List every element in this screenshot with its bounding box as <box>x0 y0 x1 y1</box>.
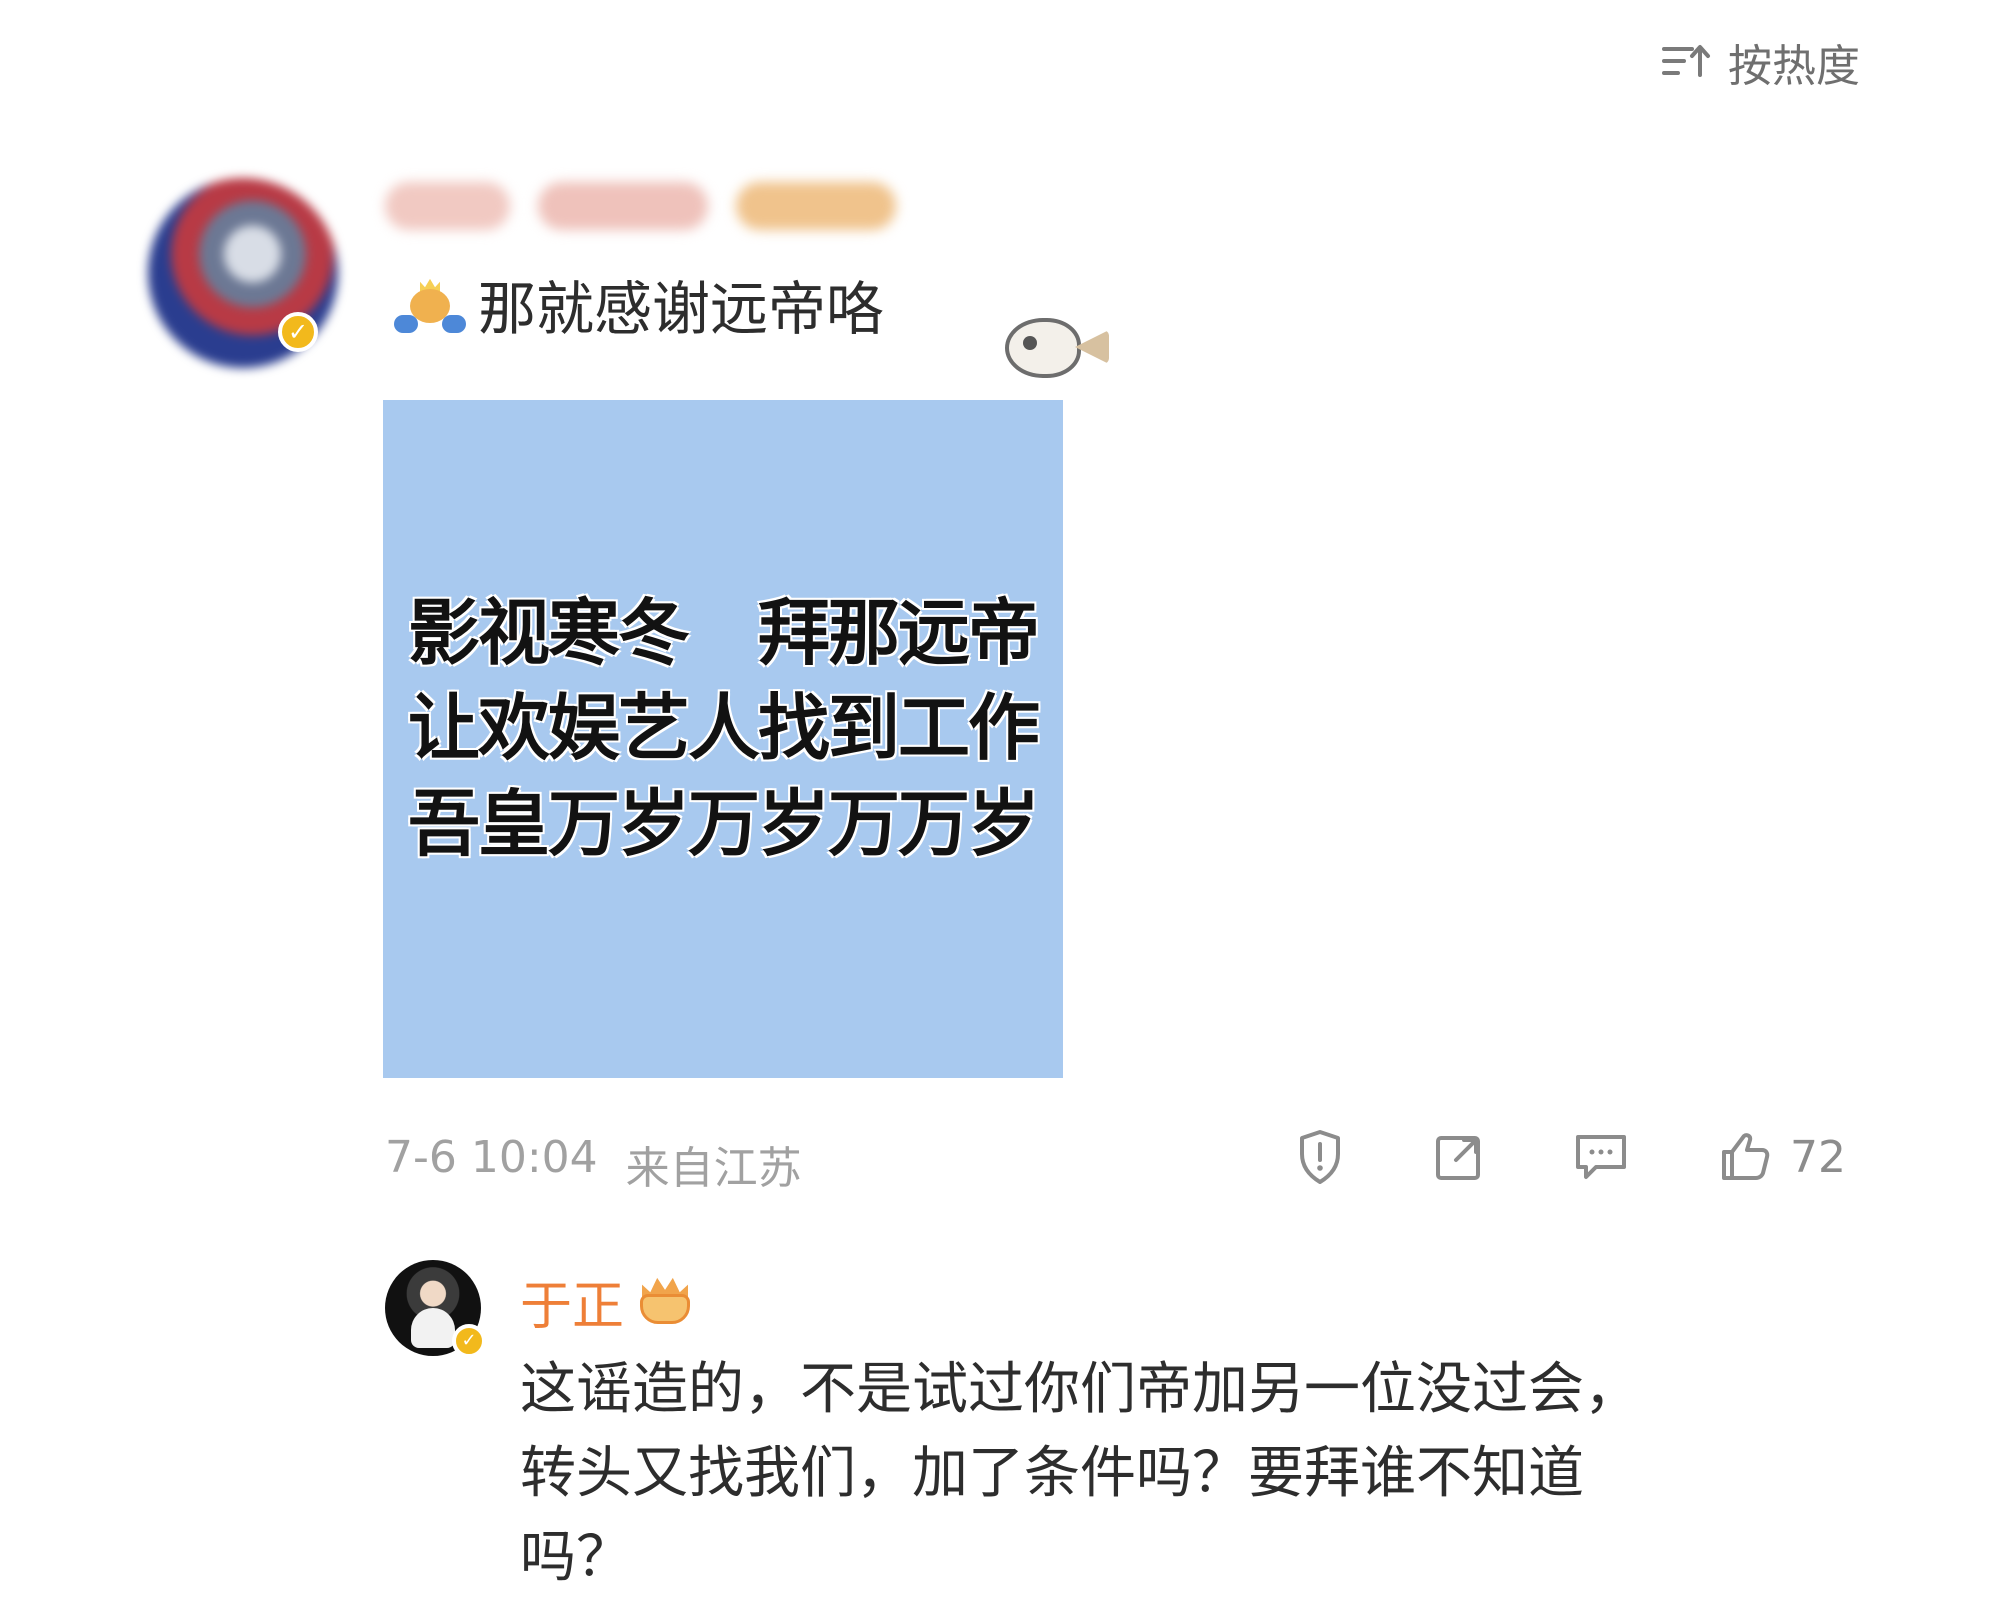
comment-time: 7-6 10:04 <box>385 1132 598 1183</box>
image-line-2: 让欢娱艺人找到工作 <box>407 686 1040 771</box>
sort-icon <box>1662 45 1710 77</box>
verified-badge-icon: ✓ <box>278 312 318 352</box>
like-count: 72 <box>1790 1131 1846 1183</box>
sort-label: 按热度 <box>1728 41 1860 92</box>
image-line-3: 吾皇万岁万岁万万岁 <box>407 781 1040 866</box>
bear-crown-emoji-icon <box>392 278 468 341</box>
comment-text-row: 那就感谢远帝咯 <box>392 275 885 343</box>
comment-meta: 7-6 10:04 来自江苏 <box>385 1132 802 1196</box>
share-button[interactable] <box>1432 1130 1486 1184</box>
comment-text: 那就感谢远帝咯 <box>478 275 885 343</box>
reply-verified-badge-icon: ✓ <box>452 1324 486 1358</box>
comment-actions: 72 <box>1294 1128 1846 1186</box>
share-icon <box>1436 1136 1480 1180</box>
comment-location: 来自江苏 <box>625 1143 802 1194</box>
reply-author-row: 于正 <box>520 1264 694 1339</box>
report-icon <box>1300 1130 1340 1184</box>
fish-sticker-icon <box>1005 308 1115 398</box>
reply-button[interactable] <box>1572 1131 1630 1183</box>
comment-image[interactable]: 影视寒冬 拜那远帝 让欢娱艺人找到工作 吾皇万岁万岁万万岁 <box>383 400 1063 1078</box>
comment-icon <box>1576 1135 1626 1179</box>
like-icon <box>1722 1133 1770 1180</box>
image-line-1: 影视寒冬 拜那远帝 <box>407 590 1040 675</box>
sort-by-hot-button[interactable]: 按热度 <box>1662 30 1860 94</box>
like-button[interactable]: 72 <box>1716 1128 1846 1186</box>
reply-text: 这谣造的，不是试过你们帝加另一位没过会， 转头又找我们，加了条件吗？要拜谁不知道… <box>520 1357 1640 1590</box>
crown-badge-icon <box>636 1276 694 1328</box>
report-button[interactable] <box>1294 1128 1346 1186</box>
reply-author-name[interactable]: 于正 <box>520 1264 624 1339</box>
blurred-username <box>385 182 896 230</box>
